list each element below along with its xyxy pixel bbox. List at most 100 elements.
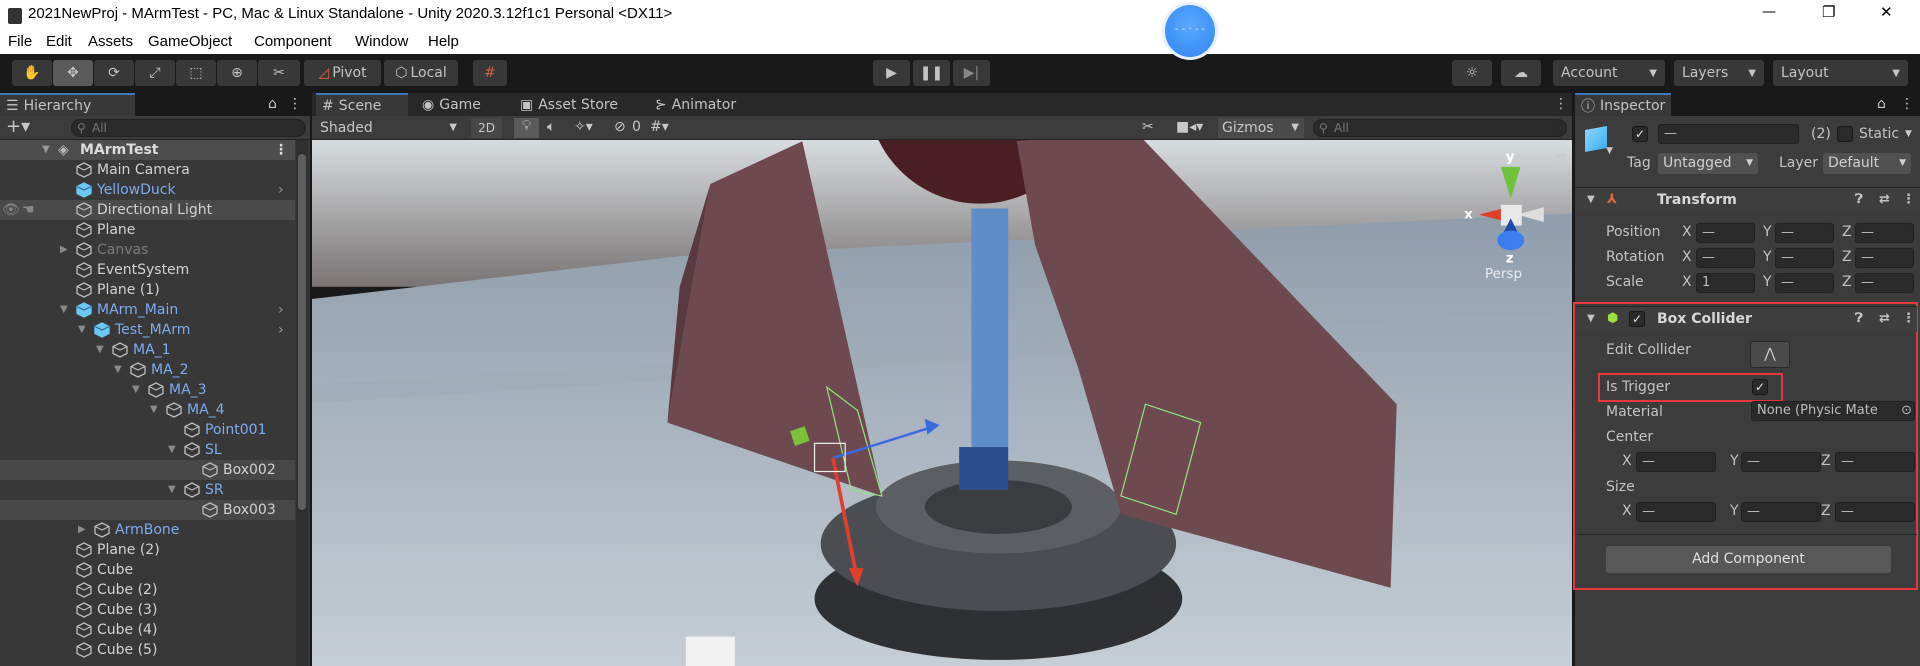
local-toggle[interactable]: ⬡ Local bbox=[384, 60, 458, 86]
z-field[interactable]: — bbox=[1835, 502, 1915, 522]
collapsed-arrow-icon[interactable]: ▶ bbox=[60, 240, 68, 260]
y-field[interactable]: — bbox=[1775, 273, 1834, 293]
cloud-button[interactable]: ☁ bbox=[1501, 60, 1541, 86]
collapsed-arrow-icon[interactable]: ▶ bbox=[78, 520, 86, 540]
foldout-arrow-icon[interactable]: ▼ bbox=[1587, 313, 1595, 324]
help-icon[interactable]: ❓︎ bbox=[1855, 192, 1863, 207]
hierarchy-row[interactable]: Box002 bbox=[0, 460, 295, 480]
kebab-menu-icon[interactable]: ⋮ bbox=[288, 96, 302, 112]
hierarchy-row[interactable]: 👁︎ ☚ Directional Light bbox=[0, 200, 295, 220]
tag-dropdown[interactable]: Untagged ▼ bbox=[1658, 153, 1758, 174]
account-dropdown[interactable]: Account ▼ bbox=[1553, 60, 1665, 86]
hierarchy-row[interactable]: Plane (1) bbox=[0, 280, 295, 300]
move-tool-button[interactable]: ✥ bbox=[53, 60, 93, 86]
scene-search-input[interactable]: ⚲ All bbox=[1313, 119, 1567, 137]
tools-icon[interactable]: ✂ bbox=[1142, 119, 1154, 135]
expanded-arrow-icon[interactable]: ▼ bbox=[150, 400, 158, 420]
scale-tool-button[interactable]: ⤢ bbox=[135, 60, 175, 86]
hierarchy-search-input[interactable]: ⚲ All bbox=[71, 119, 306, 137]
hierarchy-row[interactable]: Main Camera bbox=[0, 160, 295, 180]
layers-dropdown[interactable]: Layers ▼ bbox=[1674, 60, 1764, 86]
layer-dropdown[interactable]: Default ▼ bbox=[1823, 153, 1911, 174]
foldout-arrow-icon[interactable]: ▼ bbox=[1587, 194, 1595, 205]
expanded-arrow-icon[interactable]: ▼ bbox=[60, 300, 68, 320]
add-component-button[interactable]: Add Component bbox=[1606, 546, 1891, 573]
expanded-arrow-icon[interactable]: ▼ bbox=[168, 480, 176, 500]
hierarchy-row[interactable]: Point001 bbox=[0, 420, 295, 440]
scrollbar-thumb[interactable] bbox=[298, 154, 306, 510]
hierarchy-row[interactable]: ▼ MA_2 bbox=[0, 360, 295, 380]
material-field[interactable]: None (Physic Mate ⊙ bbox=[1751, 401, 1915, 421]
audio-toggle-icon[interactable]: 🔈︎ bbox=[547, 119, 555, 135]
hierarchy-row[interactable]: ▼ Test_MArm › bbox=[0, 320, 295, 340]
grid-toggle-icon[interactable]: #▾ bbox=[650, 119, 669, 135]
menu-window[interactable]: Window bbox=[355, 33, 408, 50]
kebab-menu-icon[interactable]: ⋮ bbox=[1902, 311, 1915, 326]
hierarchy-scrollbar[interactable] bbox=[296, 140, 308, 666]
hidden-objects-icon[interactable]: ⊘ bbox=[614, 119, 626, 135]
x-field[interactable]: — bbox=[1636, 452, 1716, 472]
tab-inspector[interactable]: ⓘ Inspector bbox=[1575, 93, 1671, 116]
y-field[interactable]: — bbox=[1775, 223, 1834, 243]
tab-hierarchy[interactable]: ☰ Hierarchy bbox=[0, 93, 135, 116]
scene-viewport[interactable]: y x z Persp bbox=[312, 140, 1572, 666]
2d-toggle[interactable]: 2D bbox=[471, 118, 502, 138]
hierarchy-row[interactable]: ▼ SL bbox=[0, 440, 295, 460]
component-enabled-checkbox[interactable]: ✓ bbox=[1629, 311, 1645, 327]
custom-tool-button[interactable]: ✂ bbox=[258, 60, 300, 86]
shading-mode-dropdown[interactable]: Shaded ▼ bbox=[316, 118, 463, 138]
kebab-menu-icon[interactable]: ⋮ bbox=[274, 140, 288, 160]
y-field[interactable]: — bbox=[1741, 502, 1821, 522]
minimize-button[interactable]: — bbox=[1762, 4, 1776, 20]
lock-icon[interactable]: ⌂ bbox=[1877, 96, 1886, 112]
expanded-arrow-icon[interactable]: ▼ bbox=[132, 380, 140, 400]
transform-tool-button[interactable]: ⊕ bbox=[217, 60, 257, 86]
pause-button[interactable]: ❚❚ bbox=[913, 60, 950, 86]
hierarchy-row[interactable]: Cube (5) bbox=[0, 640, 295, 660]
pickable-hand-icon[interactable]: ☚ bbox=[22, 200, 35, 220]
hierarchy-row[interactable]: ▶ Canvas bbox=[0, 240, 295, 260]
gizmos-dropdown[interactable]: Gizmos ▼ bbox=[1218, 118, 1304, 138]
kebab-menu-icon[interactable]: ⋮ bbox=[1900, 96, 1914, 112]
z-field[interactable]: — bbox=[1835, 452, 1915, 472]
menu-help[interactable]: Help bbox=[428, 33, 459, 50]
hierarchy-row[interactable]: Cube (2) bbox=[0, 580, 295, 600]
hierarchy-row[interactable]: ▼ MA_1 bbox=[0, 340, 295, 360]
menu-component[interactable]: Component bbox=[254, 33, 332, 50]
collab-button[interactable]: ☼ bbox=[1452, 60, 1492, 86]
projection-label[interactable]: Persp bbox=[1485, 267, 1522, 282]
menu-edit[interactable]: Edit bbox=[46, 33, 72, 50]
grid-snap-button[interactable]: # bbox=[473, 60, 507, 86]
is-trigger-checkbox[interactable]: ✓ bbox=[1752, 379, 1768, 395]
expand-arrow-icon[interactable]: ▼ bbox=[42, 140, 50, 160]
camera-dropdown-icon[interactable]: ■◂▾ bbox=[1176, 119, 1203, 135]
expanded-arrow-icon[interactable]: ▼ bbox=[78, 320, 86, 340]
hierarchy-row[interactable]: ▼ MA_3 bbox=[0, 380, 295, 400]
x-field[interactable]: — bbox=[1696, 248, 1755, 268]
hierarchy-row[interactable]: ▼ MArm_Main › bbox=[0, 300, 295, 320]
hierarchy-row[interactable]: Plane bbox=[0, 220, 295, 240]
rect-tool-button[interactable]: ⬚ bbox=[176, 60, 216, 86]
tab-asset-store[interactable]: ▣ Asset Store bbox=[514, 93, 624, 116]
effects-dropdown-icon[interactable]: ✧▾ bbox=[574, 119, 593, 135]
chevron-right-icon[interactable]: › bbox=[278, 180, 284, 200]
object-picker-icon[interactable]: ⊙ bbox=[1901, 402, 1912, 420]
hierarchy-row[interactable]: Cube (4) bbox=[0, 620, 295, 640]
restore-button[interactable]: ❐ bbox=[1822, 3, 1835, 21]
hierarchy-row[interactable]: ▼ MA_4 bbox=[0, 400, 295, 420]
step-button[interactable]: ▶| bbox=[953, 60, 990, 86]
menu-gameobject[interactable]: GameObject bbox=[148, 33, 232, 50]
expanded-arrow-icon[interactable]: ▼ bbox=[114, 360, 122, 380]
lock-icon[interactable]: ⌂ bbox=[268, 96, 277, 112]
y-field[interactable]: — bbox=[1775, 248, 1834, 268]
hierarchy-row[interactable]: Plane (2) bbox=[0, 540, 295, 560]
layout-dropdown[interactable]: Layout ▼ bbox=[1773, 60, 1908, 86]
tab-scene[interactable]: # Scene bbox=[316, 93, 408, 116]
object-name-field[interactable]: — bbox=[1658, 124, 1799, 144]
expanded-arrow-icon[interactable]: ▼ bbox=[168, 440, 176, 460]
help-icon[interactable]: ❓︎ bbox=[1855, 311, 1863, 326]
hierarchy-row[interactable]: EventSystem bbox=[0, 260, 295, 280]
x-field[interactable]: — bbox=[1636, 502, 1716, 522]
x-field[interactable]: 1 bbox=[1696, 273, 1755, 293]
expanded-arrow-icon[interactable]: ▼ bbox=[96, 340, 104, 360]
